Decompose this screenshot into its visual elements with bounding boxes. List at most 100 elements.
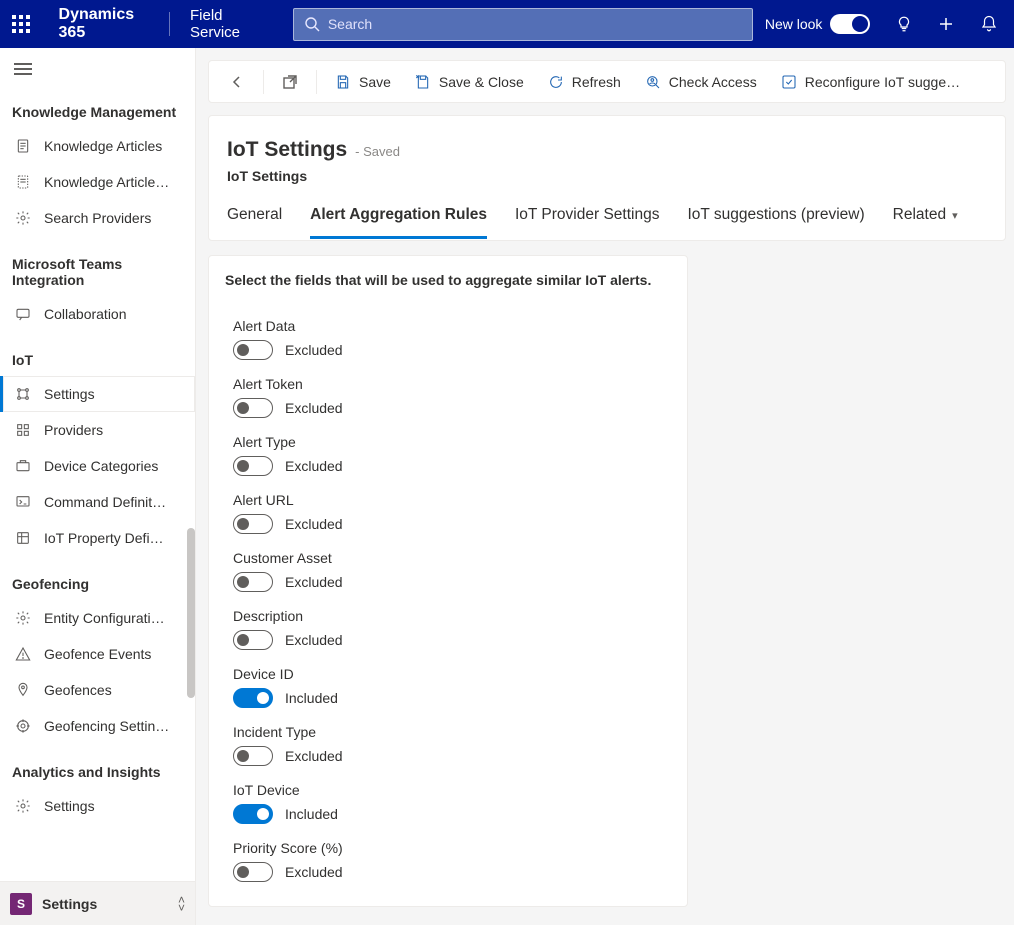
app-launcher[interactable] [0,0,43,48]
sidebar-item-label: Command Definit… [44,494,166,510]
sidebar-item-label: Search Providers [44,210,151,226]
field-state: Excluded [285,400,343,416]
aggregation-field: Device ID Included [233,666,671,708]
tab-label: IoT suggestions (preview) [687,206,864,223]
field-state: Excluded [285,748,343,764]
tab[interactable]: IoT suggestions (preview) [687,206,864,239]
sidebar-item[interactable]: Knowledge Article… [0,164,195,200]
chevron-down-icon: ▾ [952,210,958,222]
sidebar-item[interactable]: Knowledge Articles [0,128,195,164]
field-toggle[interactable] [233,630,273,650]
gear-icon [14,797,32,815]
cmd-reconf[interactable]: Reconfigure IoT sugge… [769,60,972,103]
sidebar-item[interactable]: Search Providers [0,200,195,236]
sidebar-item[interactable]: Geofences [0,672,195,708]
aggregation-card: Select the fields that will be used to a… [208,255,688,907]
sidebar-item[interactable]: Collaboration [0,296,195,332]
cmd-label: Reconfigure IoT sugge… [805,74,960,90]
sidebar-item[interactable]: Geofencing Settin… [0,708,195,744]
sidebar-item[interactable]: Device Categories [0,448,195,484]
aggregation-field: IoT Device Included [233,782,671,824]
devcat-icon [14,457,32,475]
field-toggle[interactable] [233,514,273,534]
sidebar-item-label: Knowledge Article… [44,174,169,190]
field-toggle[interactable] [233,398,273,418]
notifications-button[interactable] [967,0,1010,48]
gear-icon [14,609,32,627]
sidebar-item-label: Entity Configurati… [44,610,165,626]
sidebar-item[interactable]: IoT Property Defi… [0,520,195,556]
field-toggle[interactable] [233,456,273,476]
grid-icon [14,421,32,439]
field-toggle[interactable] [233,572,273,592]
updown-icon: ˄˅ [178,896,185,912]
aggregation-field: Description Excluded [233,608,671,650]
search-input[interactable] [328,16,742,32]
lightbulb-button[interactable] [882,0,925,48]
tab-label: General [227,206,282,223]
new-look-toggle[interactable]: New look [753,0,883,48]
field-state: Excluded [285,458,343,474]
waffle-icon [12,15,30,33]
field-label: Priority Score (%) [233,840,671,856]
cmd-saveclose[interactable]: Save & Close [403,60,536,103]
field-state: Included [285,806,338,822]
sidebar-item-label: Geofences [44,682,112,698]
field-label: Customer Asset [233,550,671,566]
sidebar-item[interactable]: Command Definit… [0,484,195,520]
new-look-label: New look [765,16,823,32]
new-look-switch-icon [830,14,870,34]
cmd-sep [263,70,264,94]
search-box[interactable] [293,8,753,41]
cmd-sep [316,70,317,94]
field-toggle[interactable] [233,688,273,708]
tab[interactable]: General [227,206,282,239]
field-label: Description [233,608,671,624]
sidebar-item-label: Device Categories [44,458,158,474]
area-badge: S [10,893,32,915]
sidebar-section-title: Microsoft Teams Integration [0,236,195,296]
page-header: IoT Settings - Saved IoT Settings Genera… [208,115,1006,241]
popout-button[interactable] [270,60,310,103]
sidebar-item-label: IoT Property Defi… [44,530,164,546]
plus-icon [937,15,955,33]
tab[interactable]: IoT Provider Settings [515,206,659,239]
add-button[interactable] [925,0,968,48]
field-toggle[interactable] [233,804,273,824]
field-label: Alert Data [233,318,671,334]
sidebar: Knowledge ManagementKnowledge ArticlesKn… [0,48,196,925]
sidebar-item[interactable]: Settings [0,376,195,412]
cmd-access[interactable]: Check Access [633,60,769,103]
header-bar: Dynamics 365 Field Service New look [0,0,1014,48]
cmd-save[interactable]: Save [323,60,403,103]
area-switcher[interactable]: S Settings ˄˅ [0,881,195,925]
page-title: IoT Settings [227,138,347,162]
command-bar: Save Save & Close Refresh Check Access Recon… [208,60,1006,103]
popout-icon [282,74,298,90]
aggregation-field: Priority Score (%) Excluded [233,840,671,882]
sidebar-item[interactable]: Settings [0,788,195,824]
field-toggle[interactable] [233,340,273,360]
back-button[interactable] [217,60,257,103]
warn-icon [14,645,32,663]
brand-label[interactable]: Dynamics 365 [43,0,170,48]
tab[interactable]: Related▾ [893,206,958,239]
field-label: Incident Type [233,724,671,740]
cmd-refresh[interactable]: Refresh [536,60,633,103]
app-name[interactable]: Field Service [170,0,283,48]
sidebar-item[interactable]: Providers [0,412,195,448]
field-toggle[interactable] [233,746,273,766]
sidebar-collapse-button[interactable] [0,48,195,84]
sidebar-scrollbar[interactable] [187,528,195,698]
field-label: Device ID [233,666,671,682]
cmd-label: Save & Close [439,74,524,90]
sidebar-item[interactable]: Geofence Events [0,636,195,672]
gear-icon [14,209,32,227]
tab[interactable]: Alert Aggregation Rules [310,206,487,239]
tab-label: IoT Provider Settings [515,206,659,223]
cmd-label: Refresh [572,74,621,90]
area-label: Settings [42,896,168,912]
sidebar-item[interactable]: Entity Configurati… [0,600,195,636]
field-toggle[interactable] [233,862,273,882]
field-state: Excluded [285,574,343,590]
